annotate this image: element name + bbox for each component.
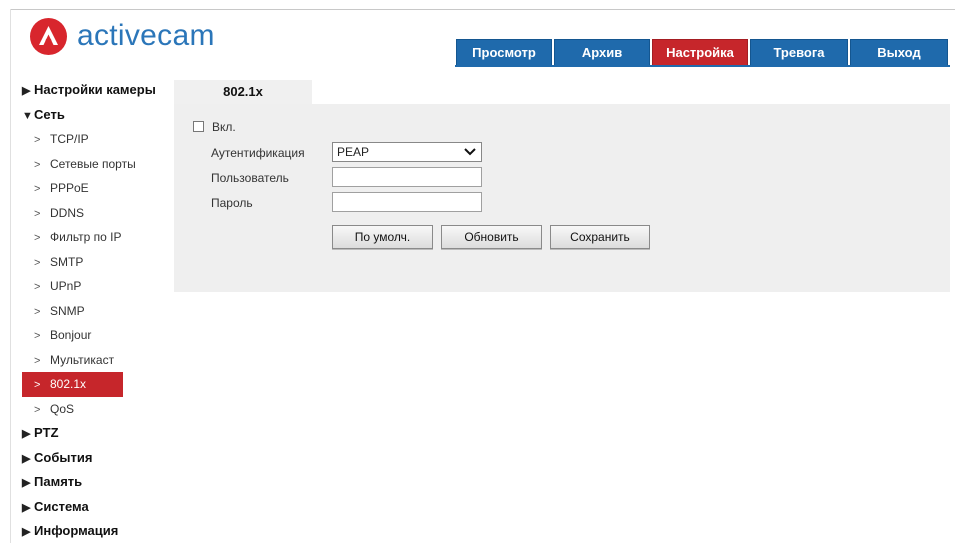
- sidebar-item-tcpip[interactable]: > TCP/IP: [22, 127, 123, 152]
- main-nav: Просмотр Архив Настройка Тревога Выход: [456, 39, 950, 65]
- chevron-right-icon: >: [34, 281, 41, 293]
- auth-select[interactable]: PEAP: [332, 142, 482, 162]
- sidebar-item-snmp[interactable]: > SNMP: [22, 299, 123, 324]
- expand-triangle-icon: ▶: [22, 477, 31, 489]
- sidebar-section-storage[interactable]: ▶ Память: [22, 470, 172, 495]
- collapse-triangle-icon: ▼: [22, 109, 33, 122]
- sidebar-section-label: PTZ: [34, 425, 59, 440]
- sidebar-section-events[interactable]: ▶ События: [22, 446, 172, 471]
- chevron-right-icon: >: [34, 158, 41, 171]
- sidebar-item-label: SMTP: [50, 254, 84, 269]
- expand-triangle-icon: ▶: [22, 526, 31, 538]
- brand-name: activecam: [77, 19, 215, 52]
- chevron-right-icon: >: [34, 330, 41, 342]
- enable-label: Вкл.: [212, 120, 236, 134]
- sidebar-item-ddns[interactable]: > DDNS: [22, 201, 123, 226]
- chevron-right-icon: >: [34, 256, 41, 269]
- sidebar-section-label: Информация: [34, 523, 119, 538]
- user-field[interactable]: [332, 167, 482, 187]
- chevron-right-icon: >: [34, 183, 41, 195]
- chevron-right-icon: >: [34, 232, 41, 244]
- sidebar-section-label: События: [34, 449, 93, 465]
- nav-tab-view[interactable]: Просмотр: [456, 39, 552, 65]
- sidebar-item-label: Bonjour: [50, 328, 92, 342]
- content-tab-strip: 802.1x: [174, 80, 950, 104]
- chevron-down-icon: [464, 148, 476, 156]
- sidebar-item-label: Фильтр по IP: [50, 230, 122, 244]
- sidebar-section-camera-settings[interactable]: ▶ Настройки камеры: [22, 78, 172, 103]
- sidebar-section-label: Сеть: [34, 106, 65, 122]
- sidebar-item-pppoe[interactable]: > PPPoE: [22, 176, 123, 201]
- sidebar-item-8021x[interactable]: >802.1x: [22, 372, 123, 397]
- chevron-right-icon: >: [34, 403, 41, 416]
- sidebar-item-network-ports[interactable]: > Сетевые порты: [22, 152, 136, 177]
- sidebar-item-smtp[interactable]: > SMTP: [22, 250, 123, 275]
- sidebar-item-label: SNMP: [50, 303, 85, 318]
- sidebar-item-label: TCP/IP: [50, 132, 89, 146]
- settings-panel: [174, 104, 950, 292]
- nav-tab-alarm[interactable]: Тревога: [750, 39, 848, 65]
- expand-triangle-icon: ▶: [22, 428, 31, 440]
- chevron-right-icon: >: [34, 305, 41, 318]
- save-button[interactable]: Сохранить: [550, 225, 650, 249]
- auth-label: Аутентификация: [211, 146, 305, 160]
- sidebar-section-label: Система: [34, 498, 89, 514]
- auth-select-value: PEAP: [337, 145, 370, 159]
- sidebar-section-ptz[interactable]: ▶ PTZ: [22, 421, 172, 446]
- password-label: Пароль: [211, 196, 253, 210]
- nav-tab-archive[interactable]: Архив: [554, 39, 650, 65]
- sidebar-item-label: 802.1x: [50, 377, 87, 391]
- sidebar-item-qos[interactable]: > QoS: [22, 397, 123, 422]
- expand-triangle-icon: ▶: [22, 85, 31, 97]
- window-left-border: [10, 9, 11, 543]
- window-top-border: [10, 9, 955, 10]
- refresh-button[interactable]: Обновить: [441, 225, 542, 249]
- sidebar-item-multicast[interactable]: > Мультикаст: [22, 348, 123, 373]
- sidebar-section-system[interactable]: ▶ Система: [22, 495, 172, 520]
- sidebar-section-network[interactable]: ▼Сеть: [22, 103, 172, 128]
- expand-triangle-icon: ▶: [22, 501, 31, 514]
- default-button[interactable]: По умолч.: [332, 225, 433, 249]
- sidebar-section-info[interactable]: ▶ Информация: [22, 519, 172, 544]
- sidebar-item-upnp[interactable]: > UPnP: [22, 274, 123, 299]
- sidebar-item-label: DDNS: [50, 205, 85, 220]
- nav-tab-settings[interactable]: Настройка: [652, 39, 748, 65]
- sidebar-item-label: UPnP: [50, 279, 82, 293]
- enable-checkbox[interactable]: [193, 121, 204, 132]
- nav-underline: [455, 65, 950, 67]
- sidebar-item-ip-filter[interactable]: > Фильтр по IP: [22, 225, 123, 250]
- sidebar-item-label: PPPoE: [50, 181, 89, 195]
- sidebar-item-label: QoS: [50, 401, 75, 416]
- user-label: Пользователь: [211, 171, 289, 185]
- chevron-right-icon: >: [34, 207, 41, 220]
- activecam-logo-icon: [30, 17, 67, 55]
- expand-triangle-icon: ▶: [22, 452, 31, 465]
- chevron-right-icon: >: [34, 134, 41, 146]
- sidebar-section-label: Память: [34, 474, 83, 489]
- sidebar-section-label: Настройки камеры: [34, 82, 156, 97]
- brand-logo: activecam: [30, 16, 215, 56]
- sidebar-item-label: Мультикаст: [50, 352, 115, 367]
- password-field[interactable]: [332, 192, 482, 212]
- sidebar-item-bonjour[interactable]: > Bonjour: [22, 323, 123, 348]
- sidebar-item-label: Сетевые порты: [50, 156, 136, 171]
- settings-sidebar: ▶ Настройки камеры ▼Сеть > TCP/IP > Сетевые…: [22, 78, 172, 544]
- chevron-right-icon: >: [34, 379, 41, 391]
- chevron-right-icon: >: [34, 354, 41, 367]
- nav-tab-logout[interactable]: Выход: [850, 39, 948, 65]
- tab-8021x[interactable]: 802.1x: [174, 80, 312, 104]
